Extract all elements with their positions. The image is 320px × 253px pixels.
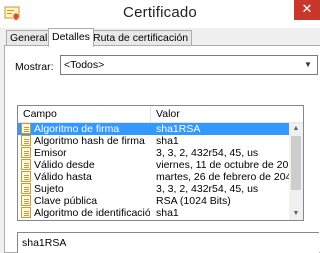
list-row[interactable]: Emisor 3, 3, 2, 432r54, 45, us (18, 147, 289, 159)
field-name: Válido desde (34, 159, 95, 171)
certificate-field-icon (21, 207, 31, 218)
details-panel: Mostrar: <Todos> ▼ Campo Valor Algoritmo… (4, 45, 320, 253)
field-value: sha1RSA (156, 123, 201, 135)
list-row[interactable]: Válido desde viernes, 11 de octubre de 2… (18, 159, 289, 171)
tab-general[interactable]: General (6, 30, 52, 46)
field-value: viernes, 11 de octubre de 201... (156, 159, 289, 171)
column-header-campo[interactable]: Campo (18, 106, 151, 123)
list-row[interactable]: Algoritmo hash de firma sha1 (18, 135, 289, 147)
list-row[interactable]: Válido hasta martes, 26 de febrero de 20… (18, 171, 289, 183)
field-name: Algoritmo hash de firma (34, 135, 145, 147)
field-name: Sujeto (34, 183, 64, 195)
window-title: Certificado (123, 4, 197, 21)
certificate-field-icon (21, 195, 31, 206)
list-row[interactable]: Clave pública RSA (1024 Bits) (18, 195, 289, 207)
value-detail-box[interactable]: sha1RSA (17, 232, 319, 253)
fields-list[interactable]: Campo Valor Algoritmo de firma sha1RSA A… (17, 105, 304, 221)
show-label: Mostrar: (15, 61, 54, 73)
certificate-field-icon (21, 147, 31, 158)
chevron-down-icon[interactable]: ▼ (301, 58, 315, 72)
field-value: martes, 26 de febrero de 204... (156, 171, 289, 183)
tab-detalles[interactable]: Detalles (48, 28, 94, 47)
field-name: Válido hasta (34, 171, 92, 183)
certificate-field-icon (21, 123, 31, 134)
show-dropdown-value: <Todos> (64, 59, 105, 71)
certificate-field-icon (21, 135, 31, 146)
list-row[interactable]: Algoritmo de identificación... sha1 (18, 207, 289, 219)
certificate-field-icon (21, 183, 31, 194)
certificate-field-icon (21, 171, 31, 182)
field-name: Algoritmo de firma (34, 123, 120, 135)
dialog-client: General Detalles Ruta de certificación M… (0, 28, 320, 253)
list-row[interactable]: Algoritmo de firma sha1RSA (18, 123, 289, 135)
value-detail-text: sha1RSA (22, 237, 67, 249)
list-scrollbar[interactable]: ▲ ▼ (289, 123, 303, 220)
list-row[interactable]: Sujeto 3, 3, 2, 432r54, 45, us (18, 183, 289, 195)
scrollbar-thumb[interactable] (291, 136, 301, 190)
title-bar: Certificado ✕ (0, 0, 320, 28)
list-header: Campo Valor (18, 106, 303, 123)
field-value: 3, 3, 2, 432r54, 45, us (156, 183, 259, 195)
column-header-valor[interactable]: Valor (151, 106, 291, 123)
show-dropdown[interactable]: <Todos> ▼ (60, 55, 318, 75)
field-name: Clave pública (34, 195, 98, 207)
field-name: Algoritmo de identificación... (34, 207, 150, 219)
tab-ruta-de-certificacion[interactable]: Ruta de certificación (89, 30, 193, 46)
scroll-up-icon[interactable]: ▲ (289, 123, 303, 135)
field-value: 3, 3, 2, 432r54, 45, us (156, 147, 259, 159)
field-value: RSA (1024 Bits) (156, 195, 231, 207)
certificate-field-icon (21, 159, 31, 170)
field-value: sha1 (156, 207, 179, 219)
close-button[interactable]: ✕ (294, 0, 320, 20)
scroll-down-icon[interactable]: ▼ (289, 208, 303, 220)
field-name: Emisor (34, 147, 67, 159)
field-value: sha1 (156, 135, 179, 147)
list-rows: Algoritmo de firma sha1RSA Algoritmo has… (18, 123, 289, 219)
